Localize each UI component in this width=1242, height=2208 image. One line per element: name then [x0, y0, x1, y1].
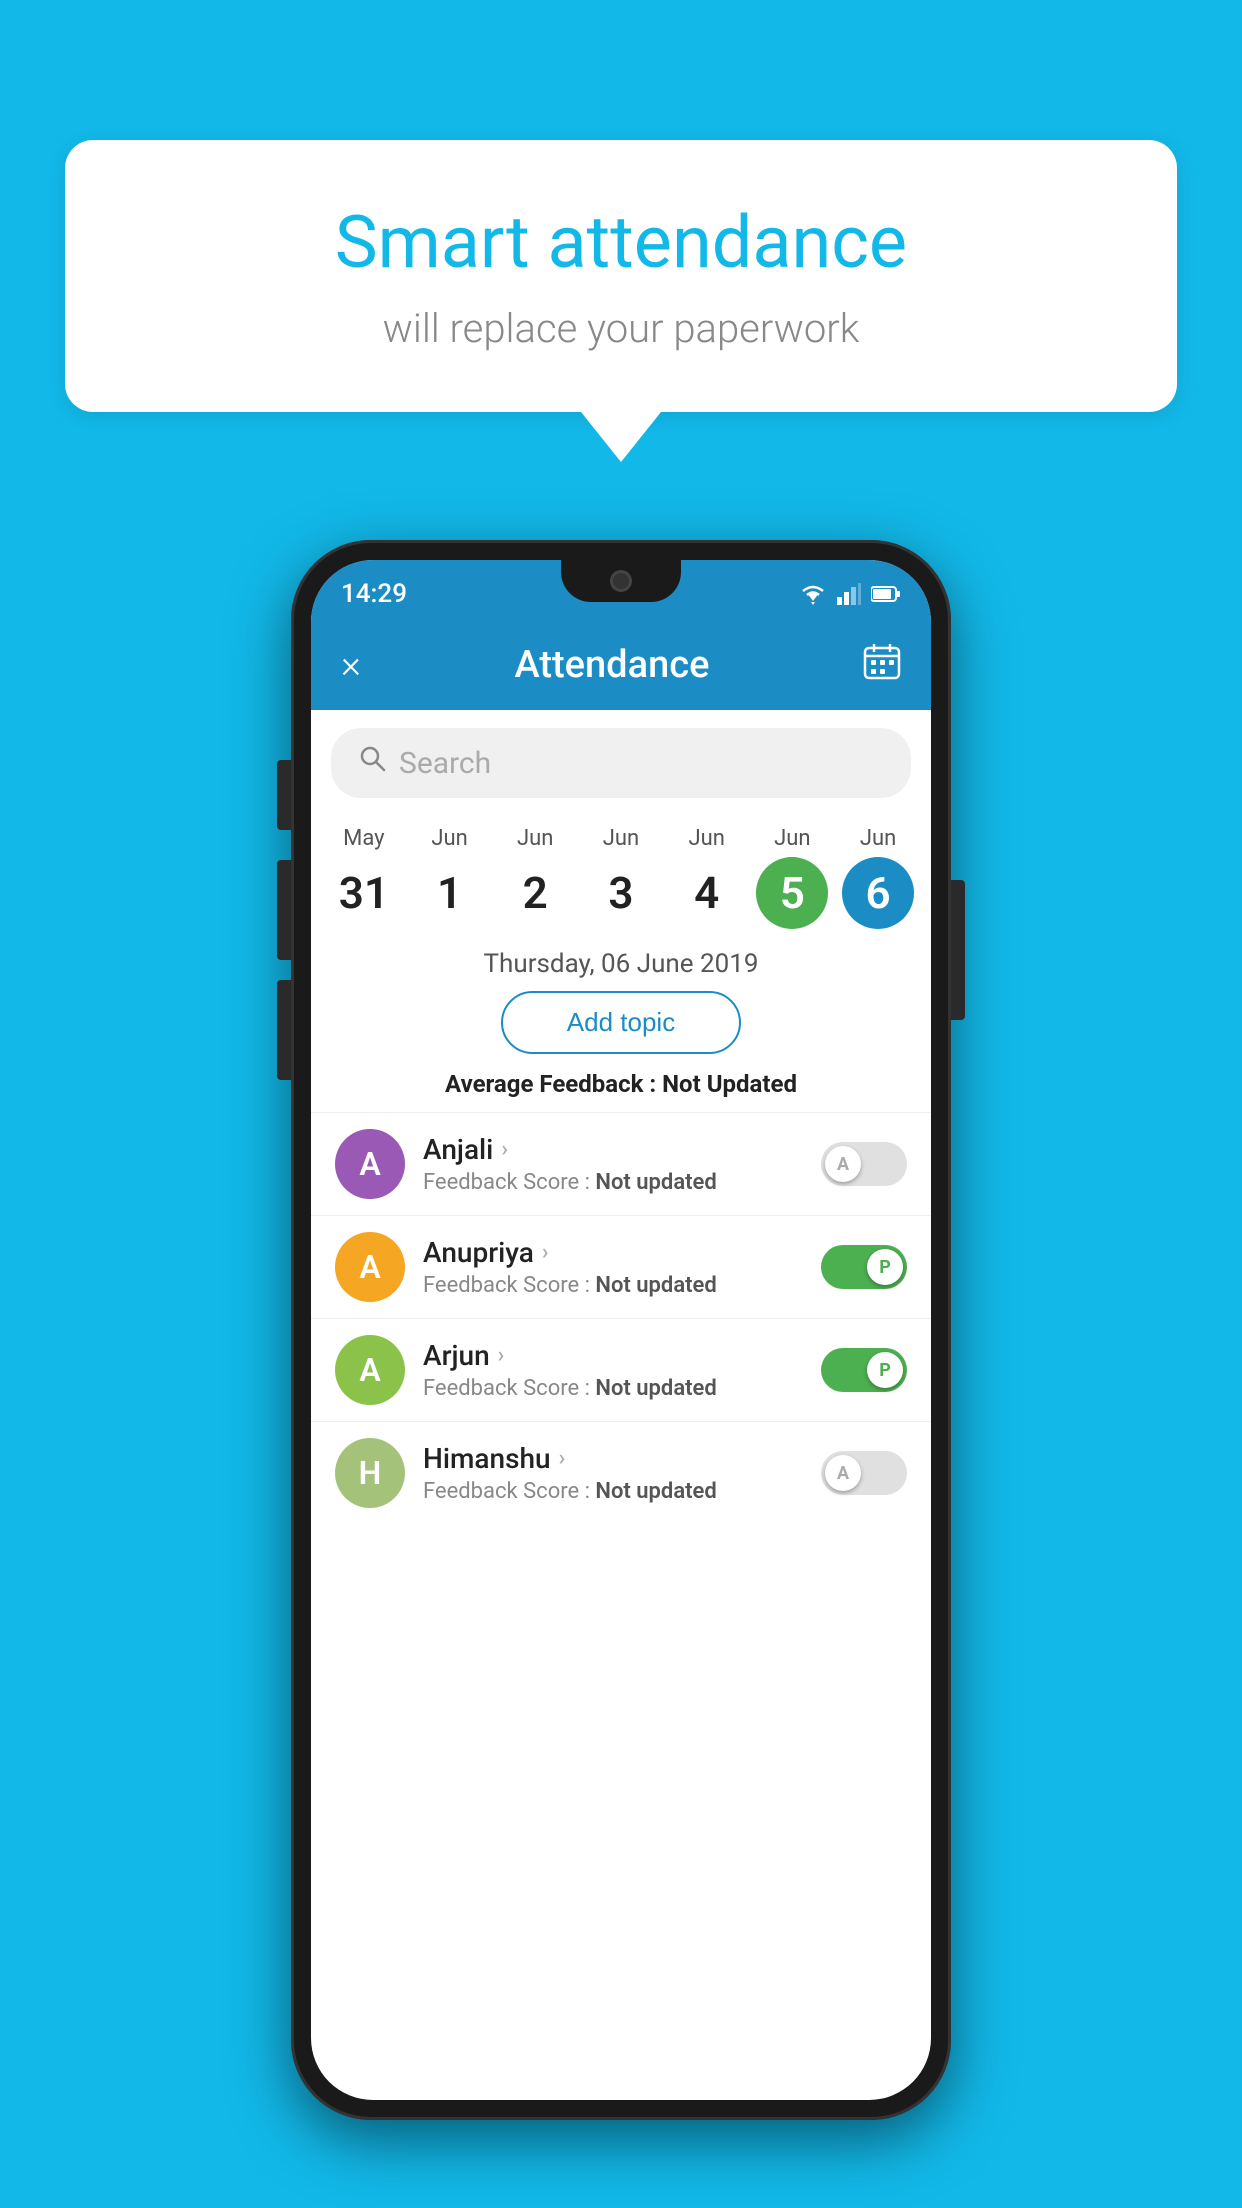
toggle-knob: P [867, 1249, 903, 1285]
chevron-right-icon: › [501, 1137, 508, 1162]
selected-date: Thursday, 06 June 2019 [311, 949, 931, 979]
chevron-right-icon: › [542, 1240, 549, 1265]
student-avatar: A [335, 1129, 405, 1199]
toggle-knob: A [825, 1146, 861, 1182]
search-placeholder: Search [399, 746, 491, 781]
calendar-day-2[interactable]: Jun 2 [495, 826, 575, 929]
avg-feedback-value: Not Updated [662, 1070, 797, 1098]
close-button[interactable]: × [341, 643, 361, 687]
add-topic-button[interactable]: Add topic [501, 991, 741, 1054]
wifi-icon [799, 583, 827, 605]
student-info: Anupriya › Feedback Score : Not updated [423, 1236, 803, 1298]
calendar-row: May 31 Jun 1 Jun 2 Jun 3 Jun 4 Jun 5 Jun… [311, 816, 931, 929]
chevron-right-icon: › [498, 1343, 505, 1368]
phone-button-power [951, 880, 965, 1020]
student-name: Arjun › [423, 1339, 803, 1372]
phone-outer: 14:29 [291, 540, 951, 2120]
speech-bubble-subtitle: will replace your paperwork [145, 305, 1097, 352]
student-item[interactable]: A Arjun › Feedback Score : Not updated P [311, 1318, 931, 1421]
phone-button-volume-mid [277, 860, 291, 960]
student-info: Arjun › Feedback Score : Not updated [423, 1339, 803, 1401]
phone-notch [561, 560, 681, 602]
calendar-icon[interactable] [863, 642, 901, 688]
search-icon [359, 745, 387, 781]
student-item[interactable]: A Anjali › Feedback Score : Not updated … [311, 1112, 931, 1215]
calendar-day-5[interactable]: Jun 5 [752, 826, 832, 929]
toggle-knob: A [825, 1455, 861, 1491]
phone-screen: 14:29 [311, 560, 931, 2100]
student-item[interactable]: A Anupriya › Feedback Score : Not update… [311, 1215, 931, 1318]
header-title: Attendance [514, 643, 709, 687]
student-item[interactable]: H Himanshu › Feedback Score : Not update… [311, 1421, 931, 1524]
calendar-day-31[interactable]: May 31 [324, 826, 404, 929]
status-time: 14:29 [341, 579, 407, 609]
calendar-day-6[interactable]: Jun 6 [838, 826, 918, 929]
attendance-toggle[interactable]: A [821, 1451, 907, 1495]
attendance-toggle[interactable]: A [821, 1142, 907, 1186]
phone-button-volume-up [277, 760, 291, 830]
avg-feedback-label: Average Feedback : [445, 1070, 656, 1098]
student-info: Anjali › Feedback Score : Not updated [423, 1133, 803, 1195]
toggle-knob: P [867, 1352, 903, 1388]
chevron-right-icon: › [559, 1446, 566, 1471]
student-name: Anjali › [423, 1133, 803, 1166]
app-header: × Attendance [311, 620, 931, 710]
phone-camera [610, 570, 632, 592]
calendar-day-3[interactable]: Jun 3 [581, 826, 661, 929]
signal-icon [837, 583, 861, 605]
student-feedback: Feedback Score : Not updated [423, 1479, 803, 1504]
student-avatar: H [335, 1438, 405, 1508]
status-icons [799, 583, 901, 605]
student-name: Anupriya › [423, 1236, 803, 1269]
student-info: Himanshu › Feedback Score : Not updated [423, 1442, 803, 1504]
attendance-toggle[interactable]: P [821, 1245, 907, 1289]
student-feedback: Feedback Score : Not updated [423, 1170, 803, 1195]
calendar-day-4[interactable]: Jun 4 [667, 826, 747, 929]
avg-feedback: Average Feedback : Not Updated [311, 1070, 931, 1098]
speech-bubble-container: Smart attendance will replace your paper… [65, 140, 1177, 462]
student-name: Himanshu › [423, 1442, 803, 1475]
battery-icon [871, 585, 901, 603]
speech-bubble-arrow [581, 412, 661, 462]
speech-bubble: Smart attendance will replace your paper… [65, 140, 1177, 412]
student-feedback: Feedback Score : Not updated [423, 1376, 803, 1401]
calendar-day-1[interactable]: Jun 1 [410, 826, 490, 929]
student-avatar: A [335, 1335, 405, 1405]
search-bar[interactable]: Search [331, 728, 911, 798]
speech-bubble-title: Smart attendance [145, 200, 1097, 285]
student-list: A Anjali › Feedback Score : Not updated … [311, 1112, 931, 1524]
phone-button-volume-down [277, 980, 291, 1080]
phone-container: 14:29 [291, 540, 951, 2120]
student-avatar: A [335, 1232, 405, 1302]
attendance-toggle[interactable]: P [821, 1348, 907, 1392]
student-feedback: Feedback Score : Not updated [423, 1273, 803, 1298]
